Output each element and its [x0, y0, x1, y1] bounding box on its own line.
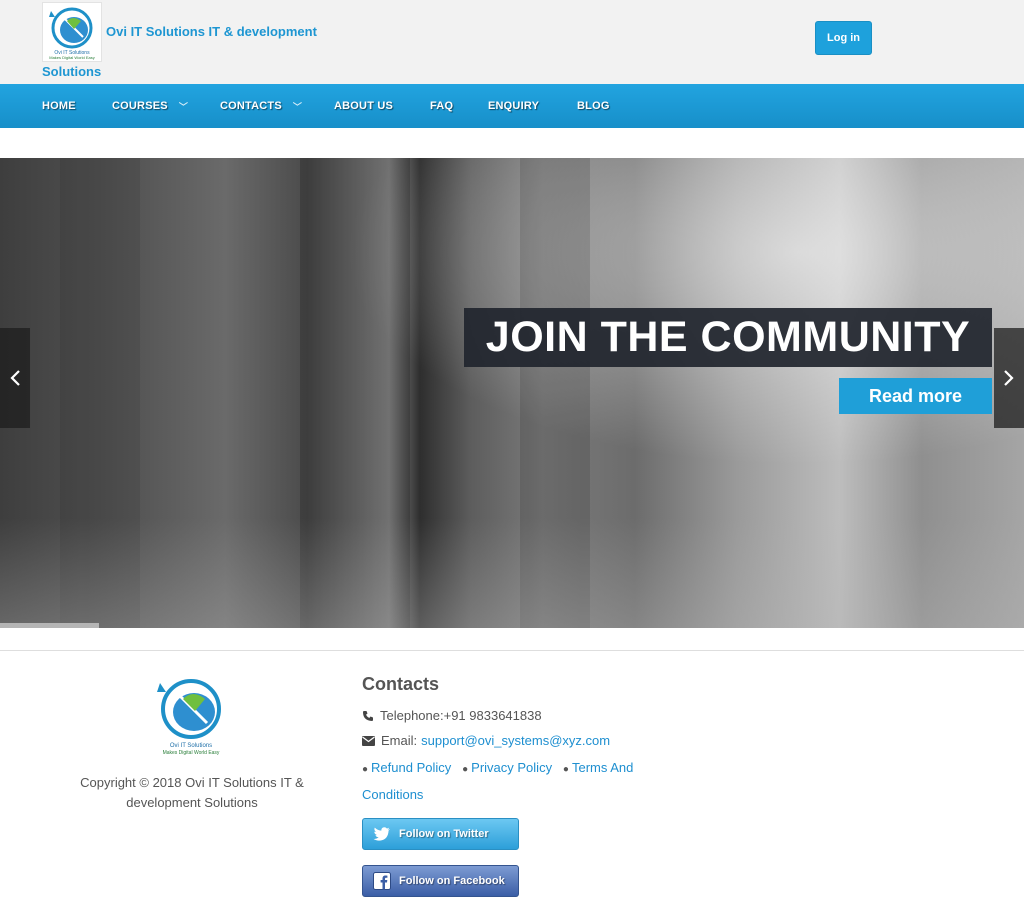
facebook-icon: [373, 872, 391, 890]
follow-twitter-button[interactable]: Follow on Twitter: [362, 818, 519, 850]
nav-label: ABOUT US: [334, 100, 394, 112]
envelope-icon: [362, 735, 377, 746]
email-row: Email: support@ovi_systems@xyz.com: [362, 733, 610, 748]
follow-facebook-button[interactable]: Follow on Facebook: [362, 865, 519, 897]
policy-links: ● Refund Policy ● Privacy Policy ● Terms An…: [362, 755, 652, 807]
login-button[interactable]: Log in: [815, 21, 872, 55]
twitter-label: Follow on Twitter: [399, 828, 489, 840]
nav-item-enquiry[interactable]: ENQUIRY: [488, 84, 539, 128]
nav-item-courses[interactable]: COURSES ﹀: [112, 84, 188, 128]
facebook-label: Follow on Facebook: [399, 875, 505, 887]
bullet-icon: ●: [562, 764, 569, 775]
twitter-bird-icon: [373, 825, 391, 843]
nav-label: COURSES: [112, 100, 168, 112]
nav-item-contacts[interactable]: CONTACTS ﹀: [220, 84, 302, 128]
email-link[interactable]: support@ovi_systems@xyz.com: [421, 733, 610, 748]
footer-divider: [0, 650, 1024, 651]
nav-item-blog[interactable]: BLOG: [577, 84, 610, 128]
chevron-left-icon: [10, 370, 20, 386]
svg-text:Ovi IT Solutions: Ovi IT Solutions: [170, 743, 212, 749]
email-label: Email:: [381, 733, 418, 748]
slide-progress-bar: [0, 623, 99, 628]
site-title-continued[interactable]: Solutions: [42, 64, 101, 79]
site-title[interactable]: Ovi IT Solutions IT & development: [106, 24, 317, 39]
privacy-policy-link[interactable]: Privacy Policy: [471, 760, 552, 775]
chevron-down-icon: ﹀: [292, 101, 303, 112]
slider-prev-button[interactable]: [0, 328, 30, 428]
nav-item-faq[interactable]: FAQ: [430, 84, 453, 128]
main-navigation: HOME COURSES ﹀ CONTACTS ﹀ ABOUT US FAQ ENQ…: [0, 84, 1024, 128]
telephone-row: Telephone:+91 9833641838: [362, 708, 542, 723]
nav-label: HOME: [42, 100, 76, 112]
read-more-button[interactable]: Read more: [839, 378, 992, 414]
chevron-down-icon: ﹀: [178, 101, 189, 112]
chevron-right-icon: [1004, 370, 1014, 386]
refund-policy-link[interactable]: Refund Policy: [371, 760, 451, 775]
site-header: Ovi IT Solutions Makes Digital World Eas…: [0, 0, 1024, 84]
svg-text:Makes Digital World Easy: Makes Digital World Easy: [49, 55, 95, 60]
phone-icon: [362, 710, 377, 722]
bullet-icon: ●: [362, 764, 369, 775]
contacts-heading: Contacts: [362, 674, 440, 694]
svg-text:Makes Digital World Easy: Makes Digital World Easy: [163, 750, 220, 756]
nav-label: ENQUIRY: [488, 100, 540, 112]
logo-icon: Ovi IT Solutions Makes Digital World Eas…: [49, 7, 95, 60]
nav-label: CONTACTS: [220, 100, 282, 112]
nav-label: BLOG: [577, 100, 610, 112]
nav-item-home[interactable]: HOME: [42, 84, 76, 128]
hero-slider: JOIN THE COMMUNITY Read more: [0, 158, 1024, 628]
bullet-icon: ●: [462, 764, 469, 775]
logo-icon: Ovi IT Solutions Makes Digital World Eas…: [157, 679, 221, 756]
nav-item-about-us[interactable]: ABOUT US: [334, 84, 393, 128]
footer-logo[interactable]: Ovi IT Solutions Makes Digital World Eas…: [150, 673, 232, 757]
telephone-text: Telephone:+91 9833641838: [380, 708, 542, 723]
nav-label: FAQ: [430, 100, 454, 112]
site-logo[interactable]: Ovi IT Solutions Makes Digital World Eas…: [42, 2, 102, 62]
slider-next-button[interactable]: [994, 328, 1024, 428]
copyright-text: Copyright © 2018 Ovi IT Solutions IT & d…: [80, 775, 304, 810]
slide-caption: JOIN THE COMMUNITY: [464, 308, 992, 367]
slide-background-floor: [0, 518, 1024, 628]
